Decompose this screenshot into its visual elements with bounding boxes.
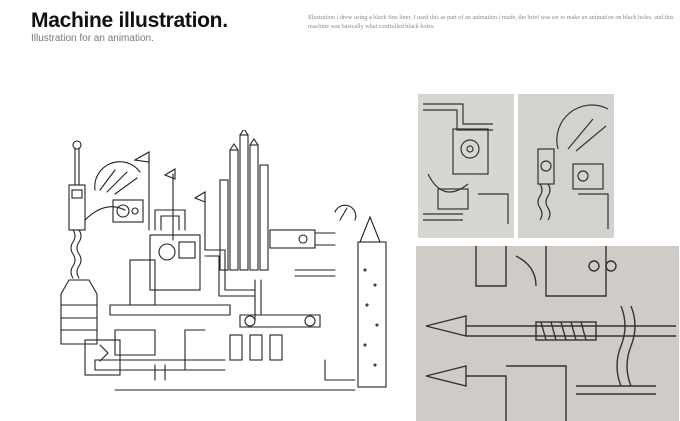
telescope (269, 204, 357, 249)
page-title: Machine illustration. (31, 9, 228, 32)
lower-mechanism (114, 314, 356, 391)
fan-gauge (84, 161, 144, 223)
detail-photo-1 (418, 94, 514, 238)
page-subtitle: Illustration for an animation. (31, 33, 154, 44)
description-text: Illustration i drew using a black fine l… (308, 14, 674, 30)
left-tower (60, 140, 98, 345)
organ-pipes (219, 130, 269, 271)
machine-illustration (60, 130, 387, 391)
detail-photo-3 (416, 246, 679, 421)
right-tower (357, 215, 387, 388)
detail-photo-2 (518, 94, 614, 238)
